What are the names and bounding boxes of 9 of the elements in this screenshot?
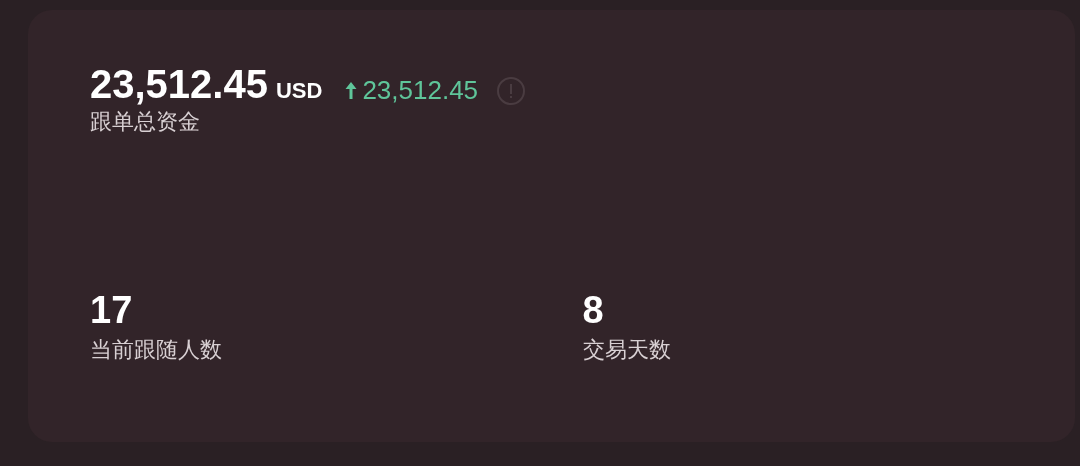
stat-label: 当前跟随人数 xyxy=(90,336,222,364)
total-label: 跟单总资金 xyxy=(90,108,200,136)
total-amount: 23,512.45 xyxy=(90,62,268,106)
info-icon[interactable] xyxy=(496,76,527,106)
stat-value: 17 xyxy=(90,288,133,332)
stat-value: 8 xyxy=(582,288,604,332)
change-amount: 23,512.45 xyxy=(362,76,479,104)
currency-label: USD xyxy=(275,78,323,104)
stat-label: 交易天数 xyxy=(582,336,671,364)
